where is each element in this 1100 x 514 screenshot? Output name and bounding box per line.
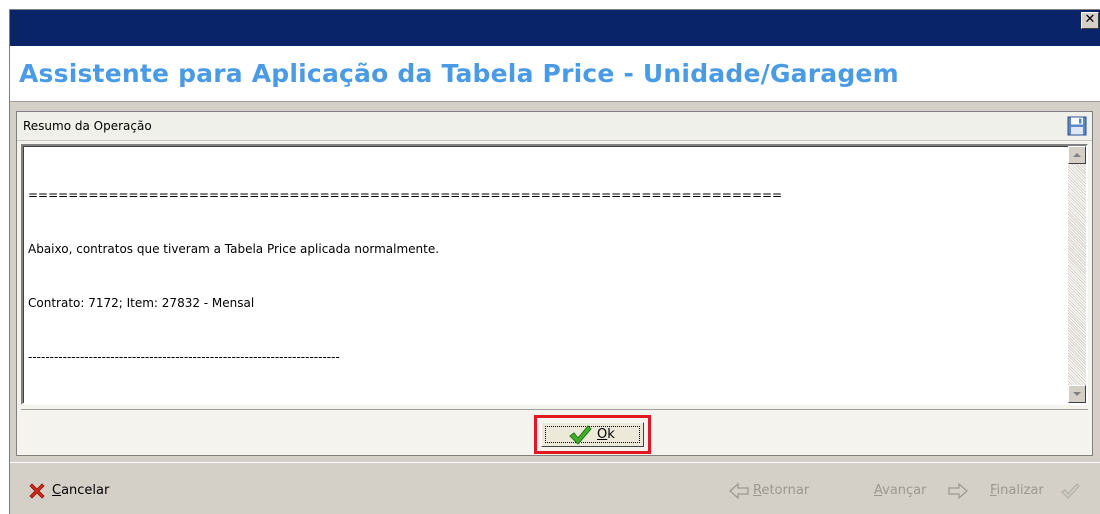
wizard-content: Resumo da Operação =====================… bbox=[10, 103, 1100, 461]
arrow-right-icon bbox=[948, 483, 968, 499]
summary-text: ========================================… bbox=[28, 150, 1053, 402]
summary-textarea[interactable]: ========================================… bbox=[21, 144, 1088, 405]
wizard-title: Assistente para Aplicação da Tabela Pric… bbox=[19, 59, 899, 88]
floppy-disk-icon[interactable] bbox=[1067, 116, 1087, 136]
ok-label-rest: k bbox=[607, 427, 615, 442]
back-label: Retornar bbox=[753, 483, 810, 498]
highlight-box: Ok bbox=[534, 415, 651, 454]
ok-label: Ok bbox=[597, 427, 615, 442]
arrow-down-icon bbox=[1073, 392, 1081, 396]
wizard-footer: Cancelar Retornar Avançar Finalizar bbox=[10, 462, 1100, 514]
cancel-button[interactable]: Cancelar bbox=[28, 480, 148, 502]
close-icon: ✕ bbox=[1084, 12, 1096, 27]
summary-header: Resumo da Operação bbox=[17, 112, 1092, 141]
button-panel: Ok bbox=[21, 409, 1088, 454]
summary-group: Resumo da Operação =====================… bbox=[16, 111, 1093, 456]
arrow-left-icon bbox=[729, 483, 749, 499]
cancel-mnemonic: C bbox=[52, 483, 62, 498]
cancel-label: Cancelar bbox=[52, 483, 109, 498]
checkmark-disabled-icon bbox=[1061, 483, 1080, 499]
checkmark-icon bbox=[569, 425, 592, 445]
scroll-down-button[interactable] bbox=[1068, 385, 1086, 403]
ok-mnemonic: O bbox=[597, 427, 608, 442]
summary-line: ----------------------------------------… bbox=[28, 350, 340, 364]
vertical-scrollbar[interactable] bbox=[1068, 146, 1086, 403]
summary-line: ========================================… bbox=[28, 188, 783, 202]
summary-line: Abaixo, contratos que tiveram a Tabela P… bbox=[28, 242, 440, 256]
summary-line: Contrato: 7172; Item: 27832 - Mensal bbox=[28, 296, 255, 310]
wizard-header: Assistente para Aplicação da Tabela Pric… bbox=[10, 46, 1100, 102]
cancel-label-rest: ancelar bbox=[61, 483, 110, 498]
next-button[interactable]: Avançar bbox=[874, 480, 974, 502]
red-x-icon bbox=[29, 483, 45, 499]
finish-label: Finalizar bbox=[990, 483, 1044, 498]
title-bar: ✕ bbox=[10, 10, 1100, 46]
finish-button[interactable]: Finalizar bbox=[990, 480, 1090, 502]
next-label: Avançar bbox=[874, 483, 927, 498]
ok-button[interactable]: Ok bbox=[541, 422, 644, 447]
back-button[interactable]: Retornar bbox=[729, 480, 847, 502]
summary-title: Resumo da Operação bbox=[23, 119, 152, 133]
scroll-up-button[interactable] bbox=[1068, 146, 1086, 164]
close-button[interactable]: ✕ bbox=[1081, 12, 1099, 29]
wizard-window: ✕ Assistente para Aplicação da Tabela Pr… bbox=[9, 9, 1100, 514]
arrow-up-icon bbox=[1073, 153, 1081, 157]
